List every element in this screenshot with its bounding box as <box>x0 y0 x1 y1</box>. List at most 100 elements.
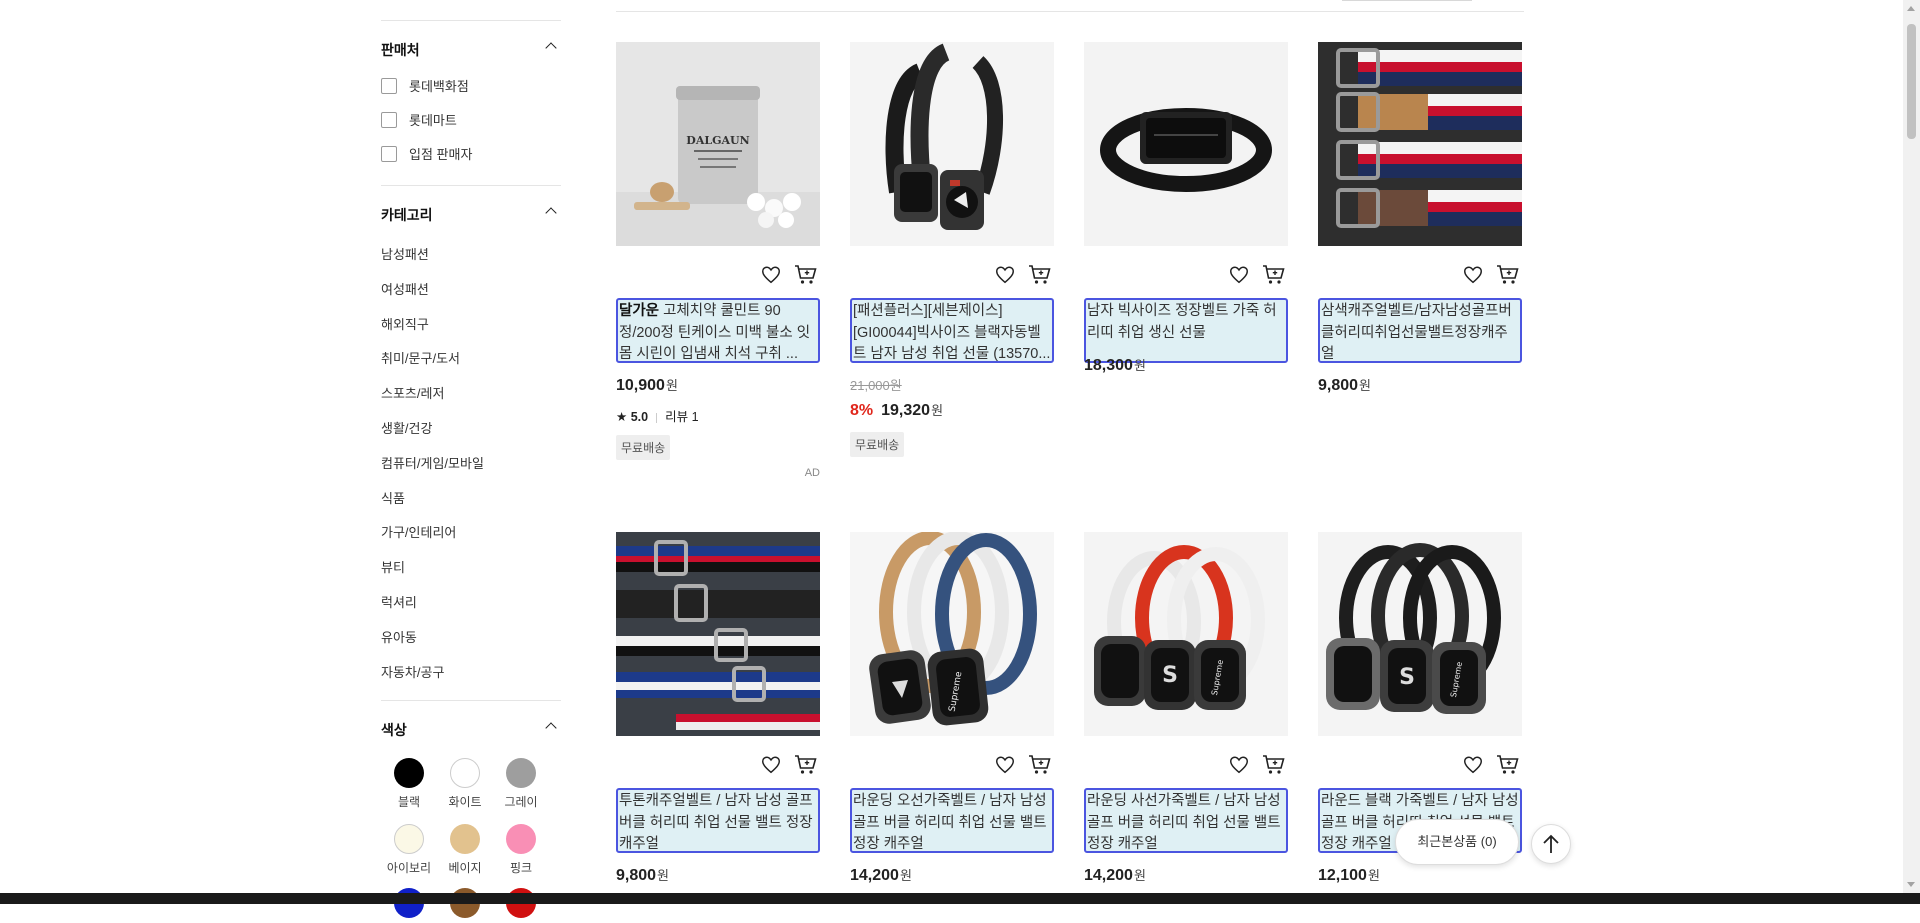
scrollbar[interactable] <box>1903 0 1920 893</box>
category-item[interactable]: 스포츠/레저 <box>381 383 444 402</box>
cart-icon[interactable] <box>1496 754 1520 776</box>
original-price-line: 21,000원 <box>850 375 902 395</box>
ad-label: AD <box>804 467 820 479</box>
color-filter-title: 색상 <box>381 722 407 738</box>
color-circle[interactable] <box>506 758 536 788</box>
product-image[interactable] <box>850 42 1054 246</box>
category-item[interactable]: 유아동 <box>381 627 417 646</box>
checkbox[interactable] <box>381 78 397 94</box>
heart-icon[interactable] <box>994 264 1016 286</box>
cart-icon[interactable] <box>1028 264 1052 286</box>
price-line: 18,300원 <box>1084 355 1146 375</box>
product-image[interactable]: S Supreme <box>1084 532 1288 736</box>
category-item[interactable]: 자동차/공구 <box>381 662 444 681</box>
color-swatch[interactable]: 블랙 <box>381 758 437 810</box>
price-line: 12,100원 <box>1318 865 1380 885</box>
currency: 원 <box>899 868 912 883</box>
color-circle[interactable] <box>506 824 536 854</box>
product-title[interactable]: 달가운 고체치약 쿨민트 90정/200정 틴케이스 미백 불소 잇몸 시린이 … <box>616 298 820 363</box>
color-swatch[interactable]: 화이트 <box>437 758 493 810</box>
color-swatch[interactable]: 아이보리 <box>381 824 437 876</box>
category-item[interactable]: 남성패션 <box>381 244 429 263</box>
color-swatch[interactable]: 핑크 <box>493 824 549 876</box>
star-icon: ★ <box>616 410 628 424</box>
color-label: 베이지 <box>448 861 482 875</box>
chevron-up-icon[interactable] <box>545 207 557 219</box>
cart-icon[interactable] <box>794 754 818 776</box>
color-label: 핑크 <box>509 861 533 875</box>
scroll-thumb[interactable] <box>1907 24 1916 139</box>
product-title[interactable]: 라운딩 사선가죽벨트 / 남자 남성 골프 버클 허리띠 취업 선물 밸트 정장… <box>1084 788 1288 853</box>
cart-icon[interactable] <box>1262 264 1286 286</box>
heart-icon[interactable] <box>1462 754 1484 776</box>
category-item[interactable]: 여성패션 <box>381 279 429 298</box>
category-item[interactable]: 럭셔리 <box>381 592 417 611</box>
cart-icon[interactable] <box>1262 754 1286 776</box>
currency: 원 <box>657 868 670 883</box>
color-label: 아이보리 <box>386 861 432 875</box>
product-title[interactable]: 투톤캐주얼벨트 / 남자 남성 골프 버클 허리띠 취업 선물 밸트 정장 캐주… <box>616 788 820 853</box>
recently-viewed-button[interactable]: 최근본상품 (0) <box>1395 819 1519 865</box>
category-item[interactable]: 해외직구 <box>381 314 429 333</box>
heart-icon[interactable] <box>994 754 1016 776</box>
category-item[interactable]: 컴퓨터/게임/모바일 <box>381 453 484 472</box>
product-price: 9,800 <box>616 867 657 884</box>
category-item[interactable]: 뷰티 <box>381 557 405 576</box>
chevron-up-icon[interactable] <box>545 42 557 54</box>
category-item[interactable]: 식품 <box>381 488 405 507</box>
taskbar-edge <box>0 893 1920 904</box>
color-swatch[interactable]: 베이지 <box>437 824 493 876</box>
price-line: 9,800원 <box>1318 375 1371 395</box>
arrow-up-icon <box>1543 834 1559 853</box>
scroll-to-top-button[interactable] <box>1531 824 1571 864</box>
chevron-up-icon[interactable] <box>545 722 557 734</box>
heart-icon[interactable] <box>1462 264 1484 286</box>
color-circle[interactable] <box>450 824 480 854</box>
product-image[interactable]: Supreme <box>850 532 1054 736</box>
cart-icon[interactable] <box>794 264 818 286</box>
discount-rate: 8% <box>850 402 874 419</box>
color-label: 블랙 <box>397 795 421 809</box>
category-item[interactable]: 취미/문구/도서 <box>381 348 460 367</box>
product-image[interactable] <box>1318 42 1522 246</box>
heart-icon[interactable] <box>760 754 782 776</box>
color-swatch[interactable]: 그레이 <box>493 758 549 810</box>
category-item[interactable]: 가구/인테리어 <box>381 522 456 541</box>
color-circle[interactable] <box>450 758 480 788</box>
checkbox[interactable] <box>381 146 397 162</box>
heart-icon[interactable] <box>1228 264 1250 286</box>
color-circle[interactable] <box>394 824 424 854</box>
currency: 원 <box>1359 378 1372 393</box>
divider <box>381 700 561 701</box>
category-filter-header[interactable]: 카테고리 <box>381 205 561 225</box>
checkbox[interactable] <box>381 112 397 128</box>
product-title[interactable]: [패션플러스][세븐제이스][GI00044]빅사이즈 블랙자동벨트 남자 남성… <box>850 298 1054 363</box>
seller-filter-header[interactable]: 판매처 <box>381 40 561 60</box>
product-image[interactable] <box>616 532 820 736</box>
review-count: 리뷰 1 <box>665 410 699 424</box>
original-price: 21,000원 <box>850 378 902 393</box>
product-price: 18,300 <box>1084 357 1133 374</box>
heart-icon[interactable] <box>1228 754 1250 776</box>
product-image[interactable]: DALGAUN <box>616 42 820 246</box>
price-line: 9,800원 <box>616 865 669 885</box>
product-price: 14,200 <box>850 867 899 884</box>
cart-icon[interactable] <box>1496 264 1520 286</box>
product-price: 10,900 <box>616 377 665 394</box>
heart-icon[interactable] <box>760 264 782 286</box>
color-circle[interactable] <box>394 758 424 788</box>
seller-filter-title: 판매처 <box>381 42 420 58</box>
product-image[interactable] <box>1084 42 1288 246</box>
color-filter-header[interactable]: 색상 <box>381 720 561 740</box>
currency: 원 <box>931 403 944 418</box>
product-image[interactable]: S Supreme <box>1318 532 1522 736</box>
category-item[interactable]: 생활/건강 <box>381 418 432 437</box>
product-title[interactable]: 라운딩 오선가죽벨트 / 남자 남성 골프 버클 허리띠 취업 선물 밸트 정장… <box>850 788 1054 853</box>
product-brand: 달가운 <box>619 303 660 319</box>
scroll-down-arrow-icon[interactable] <box>1907 882 1915 887</box>
product-title[interactable]: 삼색캐주얼벨트/남자남성골프버클허리띠취업선물밸트정장캐주얼 <box>1318 298 1522 363</box>
product-title[interactable]: 남자 빅사이즈 정장벨트 가죽 허리띠 취업 생신 선물 <box>1084 298 1288 363</box>
divider <box>616 11 1524 12</box>
scroll-up-arrow-icon[interactable] <box>1907 6 1915 11</box>
cart-icon[interactable] <box>1028 754 1052 776</box>
